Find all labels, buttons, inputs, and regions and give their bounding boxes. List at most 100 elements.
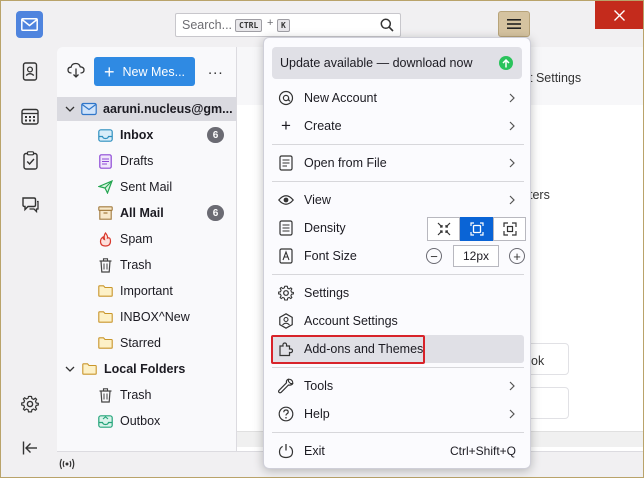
folder-drafts[interactable]: Drafts <box>57 148 236 174</box>
update-arrow-icon <box>499 56 513 70</box>
compact-density-icon <box>437 222 450 236</box>
density-normal-button[interactable] <box>460 217 493 241</box>
font-size-decrease-button[interactable]: − <box>426 248 442 264</box>
account-mail-icon <box>81 102 97 116</box>
menu-new-account[interactable]: New Account <box>272 84 524 112</box>
hamburger-icon <box>507 19 521 29</box>
folder-icon <box>97 283 113 299</box>
menu-item-label: View <box>304 193 331 207</box>
folder-label: All Mail <box>120 206 164 220</box>
thunderbird-window: Search... CTRL + K + New Mes... ... aaru… <box>0 0 644 478</box>
font-size-icon <box>278 248 294 264</box>
folder-all-mail[interactable]: All Mail 6 <box>57 200 236 226</box>
menu-separator <box>272 144 524 145</box>
folder-label: Important <box>120 284 173 298</box>
folder-sent-mail[interactable]: Sent Mail <box>57 174 236 200</box>
tasks-icon[interactable] <box>19 149 41 171</box>
folder-important[interactable]: Important <box>57 278 236 304</box>
folder-label: Sent Mail <box>120 180 173 194</box>
mail-app-icon[interactable] <box>16 11 43 38</box>
update-available-banner[interactable]: Update available — download now <box>272 47 522 79</box>
chevron-right-icon <box>509 409 515 419</box>
folder-label: Starred <box>120 336 161 350</box>
new-account-icon <box>278 90 294 106</box>
filters-partial-text[interactable]: ters <box>529 188 550 202</box>
highlight-annotation-box <box>271 335 425 364</box>
account-name: aaruni.nucleus@gm... <box>103 102 233 116</box>
density-compact-button[interactable] <box>427 217 460 241</box>
local-folder-icon <box>81 361 97 377</box>
account-settings-icon <box>278 313 294 329</box>
plus-icon: + <box>104 61 115 82</box>
menu-help[interactable]: Help <box>272 400 524 428</box>
sent-icon <box>97 179 113 195</box>
folder-icon <box>97 309 113 325</box>
menu-item-label: Create <box>304 119 342 133</box>
inbox-icon <box>97 127 113 143</box>
menu-create[interactable]: + Create <box>272 112 524 140</box>
folder-inbox-new[interactable]: INBOX^New <box>57 304 236 330</box>
folder-label: Drafts <box>120 154 154 168</box>
font-size-increase-button[interactable]: + <box>509 248 525 264</box>
chevron-right-icon <box>509 121 515 131</box>
gear-icon <box>278 285 294 301</box>
app-menu-button[interactable] <box>498 11 530 37</box>
menu-item-label: Open from File <box>304 156 387 170</box>
collapse-toolbar-icon[interactable] <box>19 437 41 459</box>
menu-tools[interactable]: Tools <box>272 372 524 400</box>
menu-view[interactable]: View <box>272 186 524 214</box>
update-banner-label: Update available — download now <box>280 56 473 70</box>
chevron-right-icon <box>509 381 515 391</box>
local-folder-outbox[interactable]: Outbox <box>57 408 236 434</box>
settings-gear-icon[interactable] <box>19 393 41 415</box>
font-size-value: 12px <box>453 245 499 267</box>
wrench-icon <box>278 378 294 394</box>
account-settings-partial-text[interactable]: t Settings <box>529 71 581 85</box>
chevron-down-icon[interactable] <box>65 104 75 114</box>
chevron-down-icon[interactable] <box>65 364 75 374</box>
menu-item-label: Font Size <box>304 249 357 263</box>
menu-account-settings[interactable]: Account Settings <box>272 307 524 335</box>
chevron-right-icon <box>509 93 515 103</box>
menu-item-label: Settings <box>304 286 350 300</box>
power-icon <box>278 443 294 459</box>
folder-starred[interactable]: Starred <box>57 330 236 356</box>
menu-item-label: New Account <box>304 91 377 105</box>
folder-pane-more-button[interactable]: ... <box>208 61 224 78</box>
local-folder-trash[interactable]: Trash <box>57 382 236 408</box>
touch-density-icon <box>502 222 517 236</box>
exit-shortcut-label: Ctrl+Shift+Q <box>449 444 516 458</box>
menu-item-label: Density <box>304 221 346 235</box>
local-folders-label: Local Folders <box>104 362 186 376</box>
trash-icon <box>97 257 113 273</box>
menu-exit[interactable]: Exit Ctrl+Shift+Q <box>272 437 524 465</box>
menu-item-label: Help <box>304 407 330 421</box>
app-menu-panel: Update available — download now New Acco… <box>263 37 531 469</box>
open-file-icon <box>278 155 294 171</box>
help-icon <box>278 406 294 422</box>
density-toggle-group <box>427 217 528 241</box>
window-close-button[interactable] <box>595 1 643 29</box>
close-icon <box>613 9 625 21</box>
folder-trash[interactable]: Trash <box>57 252 236 278</box>
shortcut-key-k: K <box>277 19 290 32</box>
menu-settings[interactable]: Settings <box>272 279 524 307</box>
address-book-icon[interactable] <box>19 60 41 82</box>
get-messages-icon[interactable] <box>67 62 85 78</box>
folder-spam[interactable]: Spam <box>57 226 236 252</box>
folder-inbox[interactable]: Inbox 6 <box>57 122 236 148</box>
account-row[interactable]: aaruni.nucleus@gm... <box>57 97 236 121</box>
local-folders-row[interactable]: Local Folders <box>57 356 236 382</box>
global-search-input[interactable]: Search... CTRL + K <box>175 13 401 37</box>
search-icon[interactable] <box>380 18 394 32</box>
chat-icon[interactable] <box>19 194 41 216</box>
calendar-icon[interactable] <box>19 105 41 127</box>
menu-separator <box>272 432 524 433</box>
new-message-button[interactable]: + New Mes... <box>94 57 195 86</box>
online-status-icon[interactable] <box>59 457 75 471</box>
trash-icon <box>97 387 113 403</box>
menu-open-from-file[interactable]: Open from File <box>272 149 524 177</box>
menu-item-label: Exit <box>304 444 325 458</box>
density-touch-button[interactable] <box>493 217 526 241</box>
plus-icon: + <box>281 116 291 135</box>
